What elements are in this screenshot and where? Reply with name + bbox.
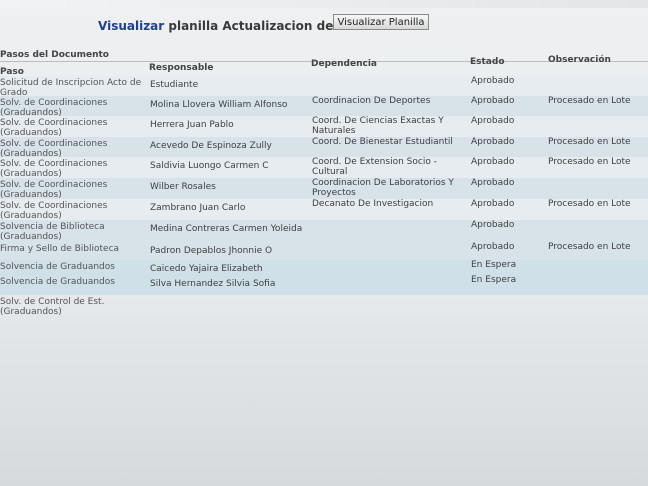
cell-paso: Solv. de Coordinaciones (Graduandos) [0, 118, 108, 138]
cell-estado: Aprobado [471, 220, 515, 230]
cell-estado: Aprobado [471, 137, 515, 147]
cell-paso: Solvencia de Graduandos [0, 262, 115, 272]
cell-responsable: Herrera Juan Pablo [150, 120, 234, 130]
cell-paso: Solvencia de Graduandos [0, 277, 115, 287]
cell-estado: En Espera [471, 260, 517, 270]
cell-estado: Aprobado [471, 96, 515, 106]
cell-observacion: Procesado en Lote [548, 157, 631, 167]
cell-dependencia: Decanato De Investigacion [312, 199, 434, 209]
cell-observacion: Procesado en Lote [548, 199, 631, 209]
cell-estado: Aprobado [471, 76, 515, 86]
cell-paso: Solv. de Coordinaciones (Graduandos) [0, 98, 108, 118]
cell-estado: Aprobado [471, 199, 515, 209]
cell-estado: Aprobado [471, 116, 515, 126]
cell-paso: Solv. de Coordinaciones (Graduandos) [0, 139, 108, 159]
col-estado: Estado [470, 57, 505, 67]
cell-estado: Aprobado [471, 242, 515, 252]
page-title-accent[interactable]: Visualizar [98, 19, 164, 33]
cell-responsable: Padron Depablos Jhonnie O [150, 246, 273, 256]
cell-estado: Aprobado [471, 157, 515, 167]
cell-dependencia: Coord. De Bienestar Estudiantil [312, 137, 453, 147]
top-strip [0, 0, 648, 8]
cell-observacion: Procesado en Lote [548, 242, 631, 252]
cell-responsable: Wilber Rosales [150, 182, 216, 192]
col-dependencia: Dependencia [311, 59, 377, 69]
cell-dependencia: Coordinacion De Deportes [312, 96, 431, 106]
cell-observacion: Procesado en Lote [548, 137, 631, 147]
cell-estado: En Espera [471, 275, 517, 285]
cell-dependencia: Coordinacion De Laboratorios Y Proyectos [312, 178, 454, 198]
col-responsable: Responsable [149, 63, 214, 73]
cell-paso: Solv. de Coordinaciones (Graduandos) [0, 180, 108, 200]
col-observacion: Observación [548, 55, 611, 65]
cell-dependencia: Coord. De Ciencias Exactas Y Naturales [312, 116, 444, 136]
cell-responsable: Saldivia Luongo Carmen C [150, 161, 269, 171]
cell-responsable: Molina Llovera William Alfonso [150, 100, 288, 110]
cell-responsable: Estudiante [150, 80, 199, 90]
cell-paso: Firma y Sello de Biblioteca [0, 244, 120, 254]
cell-responsable: Medina Contreras Carmen Yoleida [150, 224, 303, 234]
cell-paso: Solvencia de Biblioteca (Graduandos) [0, 222, 105, 242]
cell-paso: Solv. de Control de Est. (Graduandos) [0, 297, 105, 317]
cell-paso: Solv. de Coordinaciones (Graduandos) [0, 201, 108, 221]
cell-observacion: Procesado en Lote [548, 96, 631, 106]
cell-responsable: Zambrano Juan Carlo [150, 203, 246, 213]
cell-responsable: Silva Hernandez Silvia Sofia [150, 279, 276, 289]
cell-paso: Solicitud de Inscripcion Acto de Grado [0, 78, 142, 98]
screen: Visualizar planilla Actualizacion de dat… [0, 0, 648, 486]
cell-estado: Aprobado [471, 178, 515, 188]
cell-responsable: Caicedo Yajaira Elizabeth [150, 264, 263, 274]
cell-responsable: Acevedo De Espinoza Zully [150, 141, 272, 151]
cell-paso: Solv. de Coordinaciones (Graduandos) [0, 159, 108, 179]
visualizar-planilla-button[interactable]: Visualizar Planilla [333, 14, 429, 30]
section-label: Pasos del Documento [0, 50, 109, 60]
cell-dependencia: Coord. De Extension Socio - Cultural [312, 157, 437, 177]
